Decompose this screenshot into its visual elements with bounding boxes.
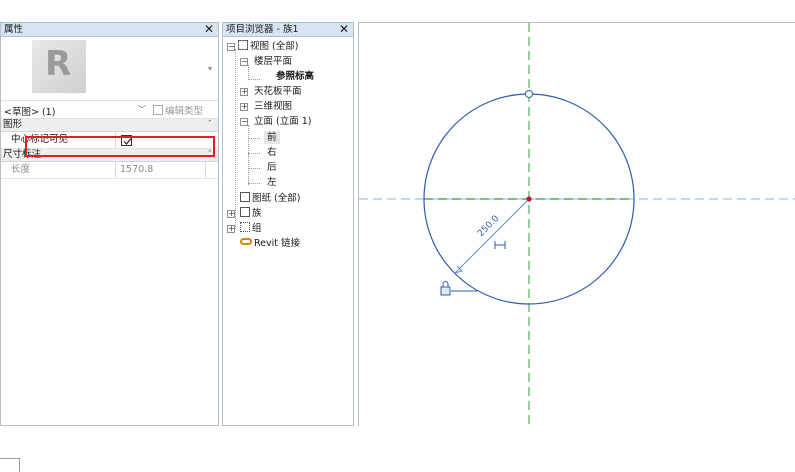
radius-dimension-text[interactable]: 250.0: [476, 214, 501, 239]
tree-item-3d-views[interactable]: 三维视图: [254, 100, 292, 113]
revit-logo-letter: R: [45, 44, 72, 84]
tree-item-label: 三维视图: [254, 101, 293, 112]
tree-item-elevations[interactable]: 立面 (立面 1): [254, 115, 312, 128]
type-dropdown-chevron-icon[interactable]: ▾: [208, 64, 212, 73]
tree-item-label: 参照标高: [276, 71, 315, 82]
tree-item-views-all[interactable]: 视图 (全部): [238, 40, 298, 53]
project-browser-panel: 项目浏览器 - 族1 ✕ − 视图 (全部) − 楼层平面 参照标高 + 天花板…: [222, 22, 354, 426]
properties-title: 属性: [4, 24, 24, 35]
tree-item-groups[interactable]: 组: [240, 222, 262, 235]
tree-item-label: 图纸 (全部): [252, 193, 301, 204]
tree-item-label: 视图 (全部): [250, 41, 299, 52]
edit-type-button[interactable]: 编辑类型: [153, 103, 203, 117]
browser-title-bar: 项目浏览器 - 族1 ✕: [223, 23, 353, 37]
tree-item-label: 天花板平面: [254, 86, 302, 97]
instance-selector-chevron-icon[interactable]: ﹀: [138, 104, 146, 115]
tree-item-label: 楼层平面: [254, 56, 293, 67]
revit-type-logo: R: [32, 40, 86, 93]
tree-item-ceiling-plans[interactable]: 天花板平面: [254, 85, 302, 98]
dimension-text-grip-icon[interactable]: [494, 241, 506, 249]
collapse-toggle-icon[interactable]: −: [240, 58, 248, 66]
views-icon: [238, 40, 248, 50]
tree-item-front[interactable]: 前: [264, 131, 280, 144]
edit-type-label: 编辑类型: [165, 106, 204, 117]
status-bar-corner: [0, 458, 20, 472]
expand-toggle-icon[interactable]: +: [240, 103, 248, 111]
sheets-icon: [240, 192, 250, 202]
tree-item-label: 组: [252, 223, 262, 234]
param-name: 长度: [1, 162, 116, 178]
tree-item-label: 族: [252, 208, 262, 219]
properties-title-bar: 属性 ✕: [1, 23, 218, 37]
expand-toggle-icon[interactable]: +: [227, 210, 235, 218]
group-graphics-label: 图形: [3, 119, 23, 130]
length-value-field[interactable]: 1570.8: [117, 162, 206, 178]
tree-item-ref-level[interactable]: 参照标高: [276, 70, 314, 83]
expand-toggle-icon[interactable]: +: [240, 88, 248, 96]
tree-item-sheets[interactable]: 图纸 (全部): [240, 192, 300, 205]
properties-close-icon[interactable]: ✕: [204, 23, 214, 36]
tree-item-floor-plans[interactable]: 楼层平面: [254, 55, 292, 68]
tree-item-label: 后: [267, 162, 277, 173]
drawing-canvas[interactable]: 250.0: [358, 22, 795, 427]
type-selector[interactable]: R ▾: [1, 37, 218, 101]
tree-item-label: 右: [267, 147, 277, 158]
drawing-svg: 250.0: [359, 23, 795, 427]
properties-panel: 属性 ✕ R ▾ <草图> (1) ﹀ 编辑类型 图形 ˆ 中心标记可见 尺寸标…: [0, 22, 219, 426]
collapse-chevron-icon[interactable]: ˆ: [208, 119, 213, 131]
tree-item-label: 前: [267, 132, 277, 143]
highlight-annotation-box: [25, 136, 215, 157]
collapse-toggle-icon[interactable]: −: [240, 118, 248, 126]
radius-dimension-line[interactable]: [454, 198, 530, 274]
lock-icon[interactable]: [440, 281, 451, 296]
groups-icon: [240, 222, 250, 232]
param-row-length: 长度 1570.8: [1, 162, 218, 179]
circle-grip-handle[interactable]: [525, 90, 533, 98]
tree-item-back[interactable]: 后: [267, 161, 277, 174]
tree-item-families[interactable]: 族: [240, 207, 262, 220]
edit-type-icon: [153, 105, 163, 115]
browser-title: 项目浏览器 - 族1: [226, 24, 299, 35]
collapse-toggle-icon[interactable]: −: [227, 43, 235, 51]
tree-item-label: 立面 (立面 1): [254, 116, 312, 127]
instance-selector[interactable]: <草图> (1): [4, 104, 55, 118]
instance-selector-row: <草图> (1) ﹀ 编辑类型: [1, 101, 218, 119]
link-icon: [240, 238, 252, 245]
tree-item-left[interactable]: 左: [267, 176, 277, 189]
browser-close-icon[interactable]: ✕: [339, 23, 349, 36]
families-icon: [240, 207, 250, 217]
center-mark[interactable]: [526, 196, 532, 202]
tree-item-right[interactable]: 右: [267, 146, 277, 159]
expand-toggle-icon[interactable]: +: [227, 225, 235, 233]
tree-item-label: 左: [267, 177, 277, 188]
tree-item-label: Revit 链接: [254, 238, 301, 249]
tree-item-revit-links[interactable]: Revit 链接: [240, 237, 300, 250]
group-graphics[interactable]: 图形 ˆ: [1, 119, 218, 132]
